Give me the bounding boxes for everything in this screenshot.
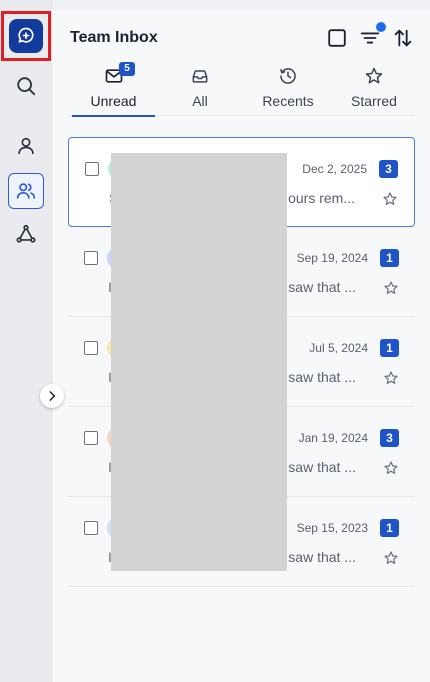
star-icon[interactable] [382, 191, 398, 207]
network-button[interactable] [8, 216, 44, 252]
left-rail [0, 0, 52, 682]
chevron-right-icon [49, 391, 56, 401]
team-inbox-button[interactable] [8, 173, 44, 209]
sort-button[interactable] [391, 26, 415, 50]
tab-label: Unread [90, 93, 137, 109]
select-all-checkbox[interactable] [325, 26, 349, 50]
filter-active-dot [376, 22, 386, 32]
compose-highlight [1, 11, 51, 61]
conversation-snippet: saw that ... [288, 549, 356, 565]
star-icon[interactable] [383, 460, 399, 476]
checkbox-icon [328, 29, 346, 47]
my-inbox-button[interactable] [8, 128, 44, 164]
conversation-date: Dec 2, 2025 [302, 162, 367, 176]
sort-icon [394, 29, 412, 47]
conversation-date: Sep 15, 2023 [296, 521, 368, 535]
message-count-badge: 1 [380, 339, 399, 357]
compose-icon [18, 27, 34, 43]
search-icon [17, 77, 36, 96]
message-count-badge: 1 [380, 249, 399, 267]
row-checkbox[interactable] [84, 521, 98, 535]
message-count-badge: 3 [380, 429, 399, 447]
star-icon [365, 67, 383, 84]
star-icon[interactable] [383, 370, 399, 386]
tab-starred[interactable]: Starred [334, 60, 414, 116]
tab-recents[interactable]: Recents [248, 60, 328, 116]
conversation-date: Jul 5, 2024 [309, 341, 368, 355]
star-icon[interactable] [383, 550, 399, 566]
unread-count-badge: 5 [119, 62, 135, 76]
message-count-badge: 1 [380, 519, 399, 537]
conversation-snippet: saw that ... [288, 279, 356, 295]
message-count-badge: 3 [379, 160, 398, 178]
clock-icon [280, 68, 296, 84]
tab-label: All [192, 93, 208, 109]
team-icon [16, 183, 36, 199]
tab-label: Recents [262, 93, 314, 109]
row-checkbox[interactable] [85, 162, 99, 176]
row-checkbox[interactable] [84, 251, 98, 265]
row-checkbox[interactable] [84, 341, 98, 355]
row-checkbox[interactable] [84, 431, 98, 445]
expand-sidebar-button[interactable] [40, 384, 64, 408]
redaction-block [111, 153, 287, 571]
conversation-date: Jan 19, 2024 [298, 431, 368, 445]
conversation-snippet: ours rem... [288, 190, 355, 206]
tab-unread[interactable]: 5 Unread [72, 60, 155, 117]
page-title: Team Inbox [70, 29, 158, 46]
tab-all[interactable]: All [164, 60, 236, 116]
network-icon [16, 224, 36, 243]
search-button[interactable] [8, 68, 44, 104]
inbox-icon [192, 70, 208, 83]
compose-button[interactable] [9, 19, 43, 53]
conversation-date: Sep 19, 2024 [296, 251, 368, 265]
inbox-tabs: 5 Unread All Recents Starred [68, 60, 415, 117]
tab-label: Starred [351, 93, 397, 109]
star-icon[interactable] [383, 280, 399, 296]
user-icon [18, 137, 34, 155]
conversation-snippet: saw that ... [288, 459, 356, 475]
top-strip [0, 0, 430, 10]
conversation-snippet: saw that ... [288, 369, 356, 385]
